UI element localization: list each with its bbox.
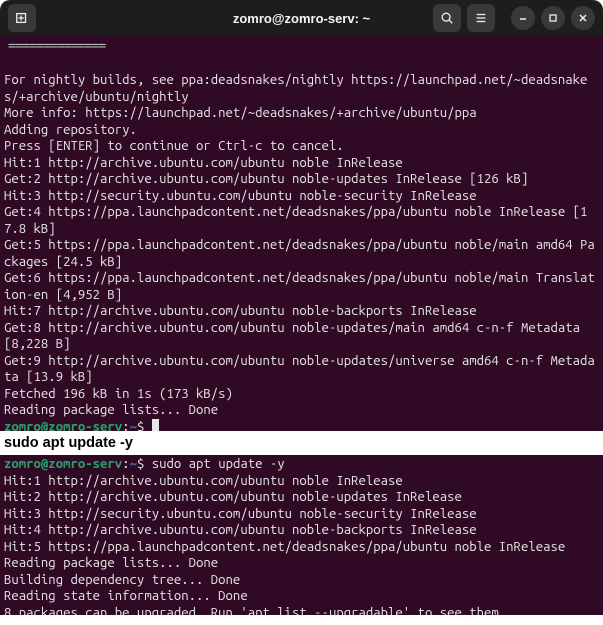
cursor	[152, 419, 159, 432]
search-button[interactable]	[433, 4, 461, 32]
output-line: Hit:1 http://archive.ubuntu.com/ubuntu n…	[4, 156, 403, 170]
prompt-user-host: zomro@zomro-serv	[4, 420, 122, 432]
window-titlebar: zomro@zomro-serv: ~	[0, 0, 603, 36]
entered-command: sudo apt update -y	[152, 457, 285, 471]
search-icon	[440, 11, 454, 25]
hamburger-icon	[474, 11, 488, 25]
prompt-dollar: $	[137, 457, 152, 471]
output-line: Hit:3 http://security.ubuntu.com/ubuntu …	[4, 189, 477, 203]
output-line: Get:9 http://archive.ubuntu.com/ubuntu n…	[4, 354, 595, 385]
output-line: Press [ENTER] to continue or Ctrl-c to c…	[4, 139, 344, 153]
output-line: Hit:3 http://security.ubuntu.com/ubuntu …	[4, 507, 477, 521]
output-line: Fetched 196 kB in 1s (173 kB/s)	[4, 387, 233, 401]
divider-line: ==============	[8, 39, 105, 54]
output-line: Get:8 http://archive.ubuntu.com/ubuntu n…	[4, 321, 587, 352]
output-line: Building dependency tree... Done	[4, 573, 240, 587]
menu-button[interactable]	[467, 4, 495, 32]
maximize-icon	[548, 13, 558, 23]
prompt-user-host: zomro@zomro-serv	[4, 457, 122, 471]
output-line: Hit:7 http://archive.ubuntu.com/ubuntu n…	[4, 304, 477, 318]
output-line: More info: https://launchpad.net/~deadsn…	[4, 106, 477, 120]
new-tab-icon	[15, 11, 29, 25]
output-line: Adding repository.	[4, 123, 137, 137]
output-line: Reading package lists... Done	[4, 556, 218, 570]
output-line: Get:6 https://ppa.launchpadcontent.net/d…	[4, 271, 595, 302]
output-line: Hit:1 http://archive.ubuntu.com/ubuntu n…	[4, 474, 403, 488]
new-tab-button[interactable]	[8, 4, 36, 32]
prompt-sep: :	[122, 420, 129, 432]
output-line: Reading state information... Done	[4, 589, 248, 603]
output-line: Hit:2 http://archive.ubuntu.com/ubuntu n…	[4, 490, 462, 504]
output-line: Get:2 http://archive.ubuntu.com/ubuntu n…	[4, 172, 528, 186]
prompt-path: ~	[130, 420, 137, 432]
terminal-pane-top[interactable]: ============== For nightly builds, see p…	[0, 36, 603, 431]
prompt-path: ~	[130, 457, 137, 471]
command-heading-bar: sudo apt update -y	[0, 431, 603, 455]
output-line: Reading package lists... Done	[4, 403, 218, 417]
minimize-button[interactable]	[511, 6, 535, 30]
output-line: Get:4 https://ppa.launchpadcontent.net/d…	[4, 205, 587, 236]
minimize-icon	[518, 13, 528, 23]
prompt-dollar: $	[137, 420, 152, 432]
maximize-button[interactable]	[541, 6, 565, 30]
close-icon	[578, 13, 588, 23]
command-heading-text: sudo apt update -y	[4, 435, 133, 451]
prompt-sep: :	[122, 457, 129, 471]
terminal-pane-bottom[interactable]: zomro@zomro-serv:~$ sudo apt update -y H…	[0, 455, 603, 615]
output-line: 8 packages can be upgraded. Run 'apt lis…	[4, 606, 506, 616]
output-line: Hit:4 http://archive.ubuntu.com/ubuntu n…	[4, 523, 477, 537]
output-line: Get:5 https://ppa.launchpadcontent.net/d…	[4, 238, 595, 269]
close-button[interactable]	[571, 6, 595, 30]
output-line: Hit:5 https://ppa.launchpadcontent.net/d…	[4, 540, 565, 554]
output-line: For nightly builds, see ppa:deadsnakes/n…	[4, 73, 587, 104]
